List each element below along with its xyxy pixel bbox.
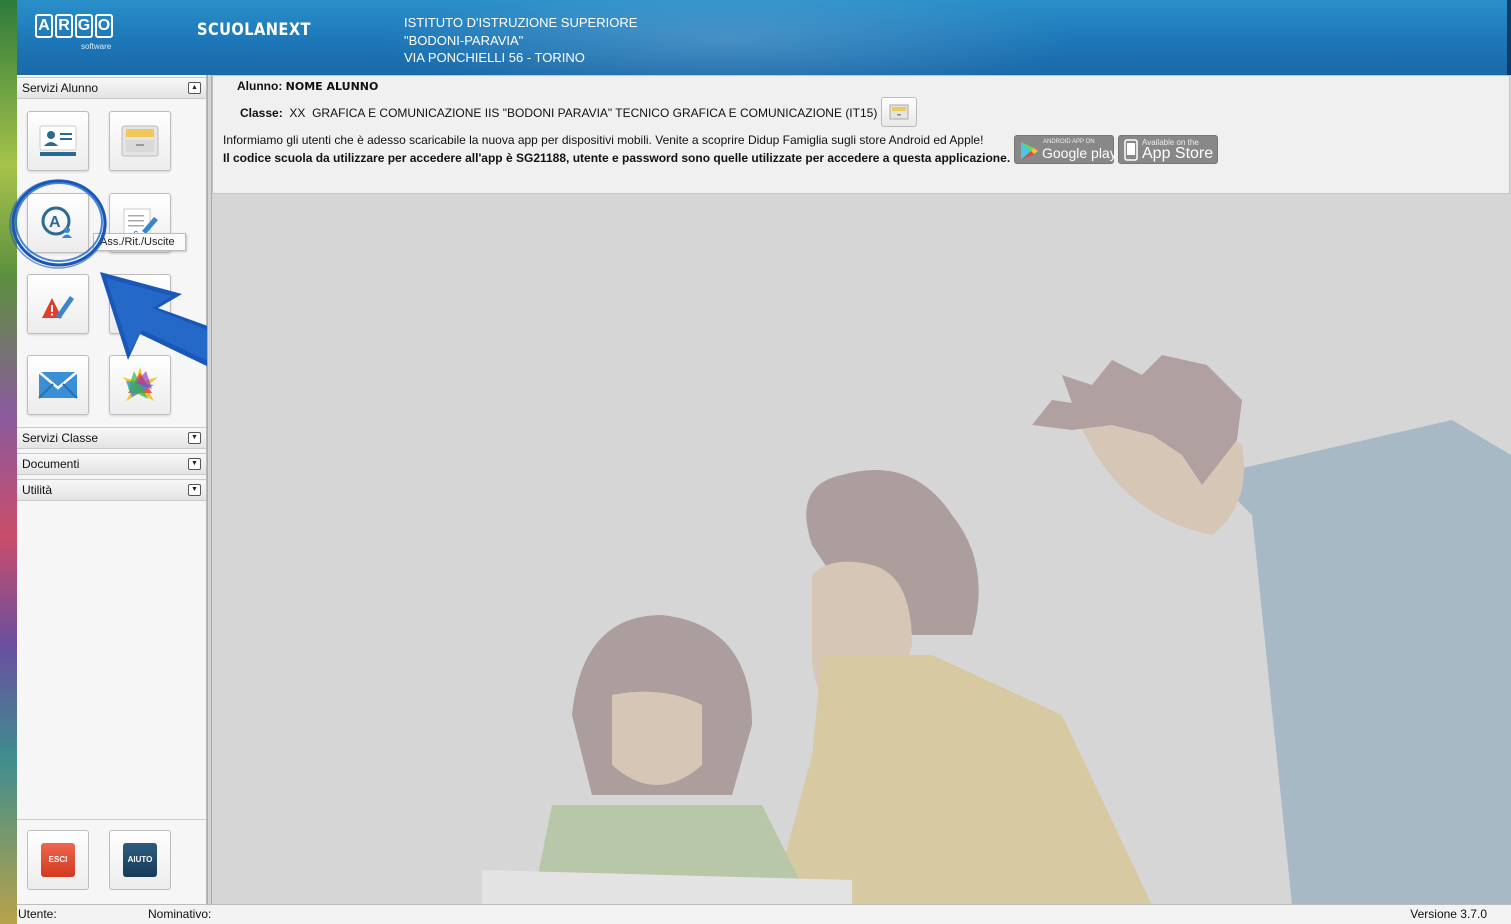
logo-letter: G xyxy=(75,14,93,38)
school-type: ISTITUTO D'ISTRUZIONE SUPERIORE xyxy=(404,15,638,30)
help-label: AIUTO xyxy=(123,843,157,877)
panel-documenti[interactable]: Documenti ▼ xyxy=(17,453,206,475)
version-label: Versione 3.7.0 xyxy=(1410,907,1487,921)
student-name: NOME ALUNNO xyxy=(285,80,379,93)
class-line: Classe: XX GRAFICA E COMUNICAZIONE IIS "… xyxy=(240,106,877,120)
expand-icon[interactable]: ▼ xyxy=(188,458,201,470)
sidebar-divider xyxy=(17,819,206,820)
panel-servizi-alunno[interactable]: Servizi Alunno ▲ xyxy=(17,77,206,99)
background-illustration xyxy=(212,75,1511,904)
collapse-icon[interactable]: ▲ xyxy=(188,82,201,94)
sidebar: Servizi Alunno ▲ A Ass./Rit./Uscite Serv… xyxy=(9,75,252,904)
change-class-button[interactable] xyxy=(881,97,917,127)
iphone-icon xyxy=(1124,139,1138,161)
google-play-badge[interactable]: ANDROID APP ON Google play xyxy=(1014,135,1117,164)
panel-label: Servizi Alunno xyxy=(22,81,99,95)
school-name: "BODONI-PARAVIA" xyxy=(404,32,524,48)
student-label: Alunno: xyxy=(237,79,283,93)
logo-letter: R xyxy=(55,14,73,38)
exit-button[interactable]: ESCI xyxy=(27,830,89,890)
envelope-icon xyxy=(38,371,78,399)
logo-subtitle: software xyxy=(81,42,112,51)
argo-logo: A R G O xyxy=(35,14,113,38)
app-header: A R G O software SCUOLANEXT ISTITUTO D'I… xyxy=(17,0,1511,75)
panel-servizi-classe[interactable]: Servizi Classe ▼ xyxy=(17,427,206,449)
id-card-icon xyxy=(39,125,77,156)
school-code-notice: Il codice scuola da utilizzare per acced… xyxy=(223,151,1011,165)
exit-label: ESCI xyxy=(41,843,75,877)
messages-button[interactable] xyxy=(27,355,89,415)
panel-utilita[interactable]: Utilità ▼ xyxy=(17,479,206,501)
main-content: Alunno: NOME ALUNNO Classe: XX GRAFICA E… xyxy=(212,75,1511,904)
panel-label: Servizi Classe xyxy=(22,431,99,445)
register-button[interactable] xyxy=(109,111,171,171)
header-edge xyxy=(1507,0,1511,75)
google-badge-text: Google play xyxy=(1042,145,1117,161)
class-description: GRAFICA E COMUNICAZIONE IIS "BODONI PARA… xyxy=(312,106,878,120)
help-button[interactable]: AIUTO xyxy=(109,830,171,890)
apple-badge-text: App Store xyxy=(1142,145,1214,162)
panel-label: Documenti xyxy=(22,457,80,471)
drawer-icon xyxy=(889,104,909,120)
student-line: Alunno: NOME ALUNNO xyxy=(237,79,378,93)
app-store-badge[interactable]: Available on the App Store xyxy=(1118,135,1218,164)
student-data-button[interactable] xyxy=(27,111,89,171)
desktop-background xyxy=(0,0,17,924)
class-code: XX xyxy=(289,106,306,120)
drawer-icon xyxy=(121,125,159,157)
logo-letter: A xyxy=(35,14,53,38)
class-label: Classe: xyxy=(240,106,283,120)
app-notice: Informiamo gli utenti che è adesso scari… xyxy=(223,133,984,147)
warning-pencil-icon xyxy=(42,296,74,319)
status-bar: Utente: Nominativo: Versione 3.7.0 xyxy=(17,904,1511,924)
panel-label: Utilità xyxy=(22,483,53,497)
highlight-circle-icon xyxy=(9,179,107,269)
logo-letter: O xyxy=(95,14,113,38)
user-label: Utente: xyxy=(18,907,57,921)
notes-button[interactable] xyxy=(27,274,89,334)
expand-icon[interactable]: ▼ xyxy=(188,432,201,444)
school-address: VIA PONCHIELLI 56 - TORINO xyxy=(404,50,585,65)
name-label: Nominativo: xyxy=(148,907,212,921)
app-name: SCUOLANEXT xyxy=(197,20,311,40)
expand-icon[interactable]: ▼ xyxy=(188,484,201,496)
school-info: ISTITUTO D'ISTRUZIONE SUPERIORE "BODONI-… xyxy=(404,14,637,67)
student-info-panel: Alunno: NOME ALUNNO Classe: XX GRAFICA E… xyxy=(212,75,1510,194)
google-play-icon xyxy=(1021,142,1038,160)
